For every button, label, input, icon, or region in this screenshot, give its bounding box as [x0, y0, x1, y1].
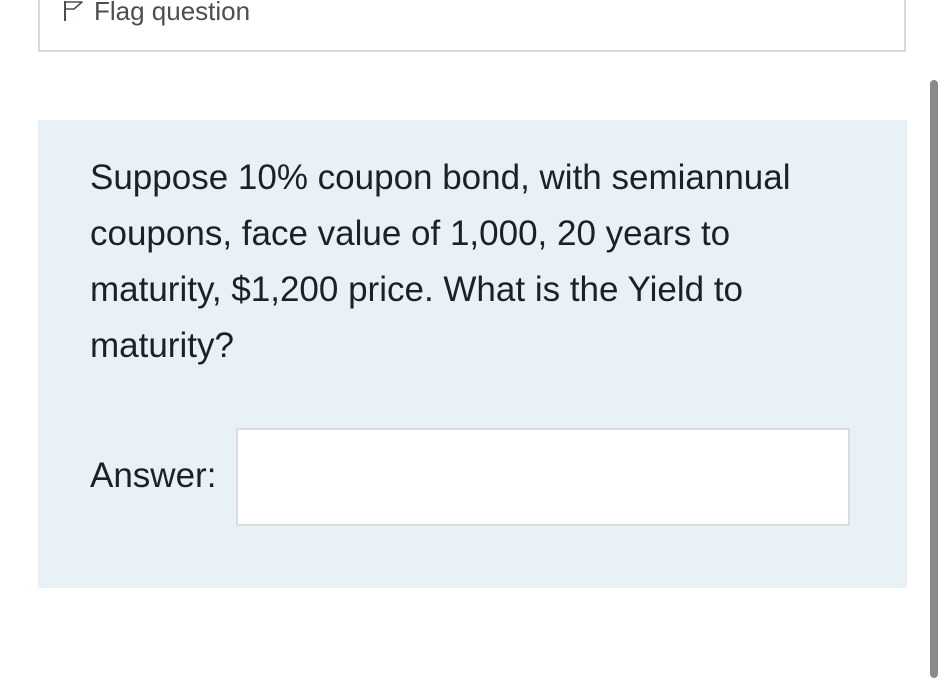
question-text-box: Suppose 10% coupon bond, with semiannual… [38, 120, 907, 588]
answer-label: Answer: [90, 456, 217, 495]
flag-question-label: Flag question [94, 0, 251, 26]
scrollbar[interactable] [930, 80, 938, 678]
answer-input[interactable] [236, 428, 850, 526]
question-info-box: Flag question [38, 0, 906, 52]
flag-question-link[interactable]: Flag question [62, 0, 250, 26]
question-text: Suppose 10% coupon bond, with semiannual… [90, 158, 791, 365]
flag-icon [64, 1, 83, 21]
